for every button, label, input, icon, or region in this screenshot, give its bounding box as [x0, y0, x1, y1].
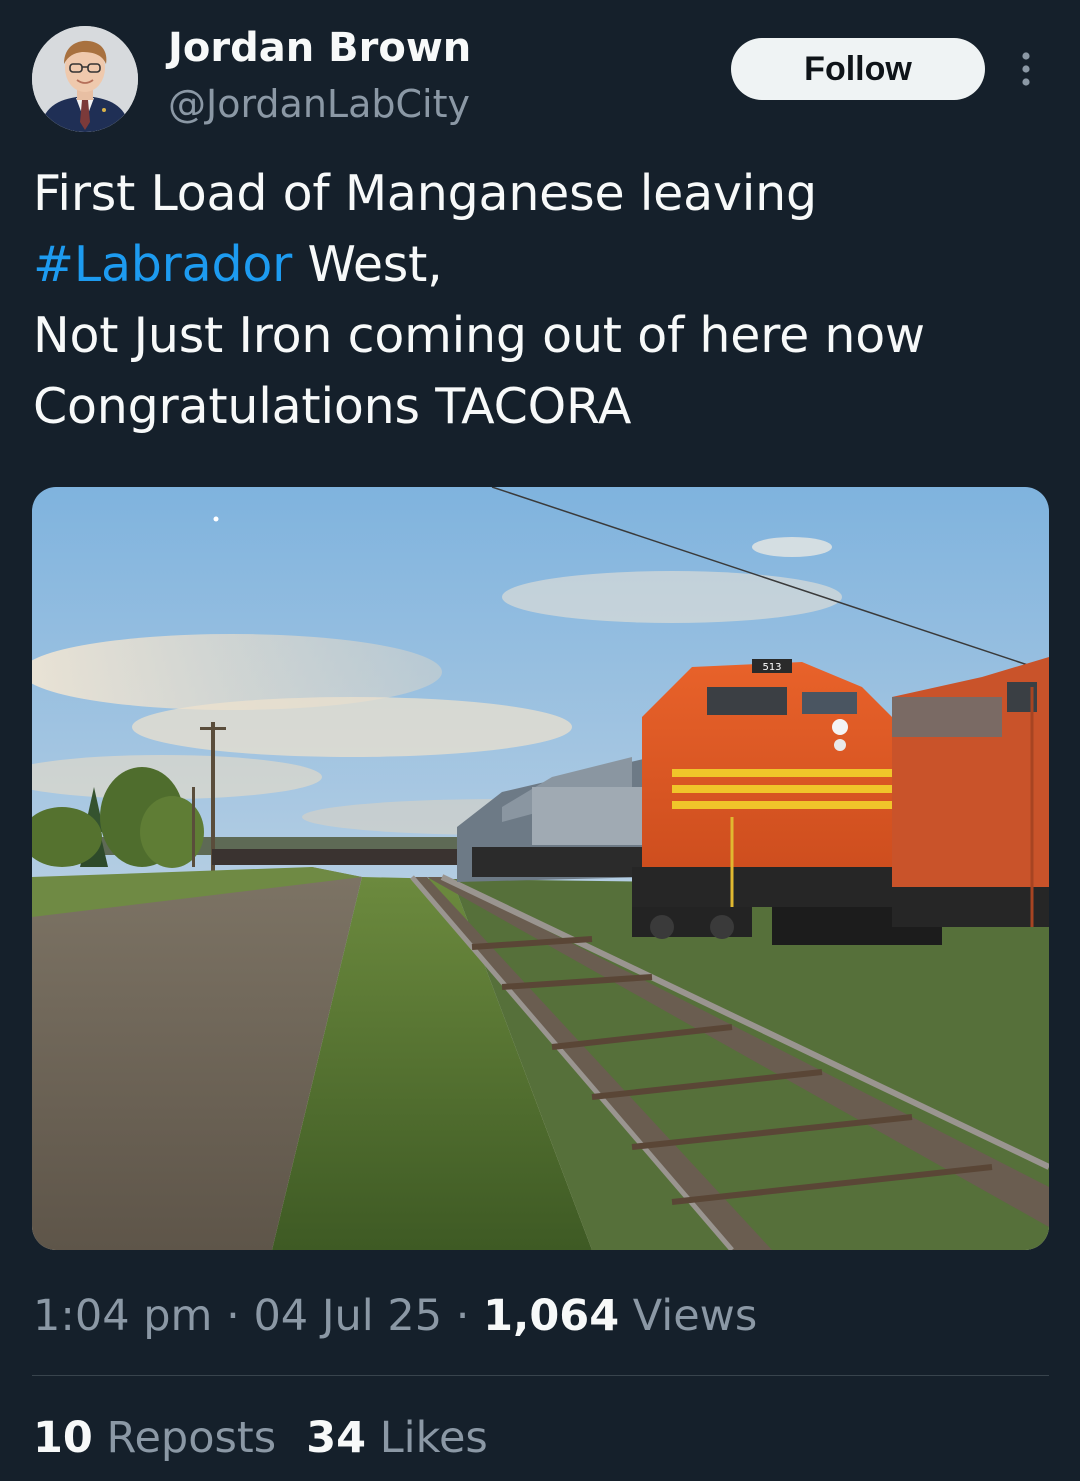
likes-label: Likes — [366, 1413, 488, 1463]
hashtag-link[interactable]: #Labrador — [33, 236, 292, 293]
likes-stat[interactable]: 34 Likes — [306, 1413, 488, 1463]
engagement-stats: 10 Reposts 34 Likes — [33, 1408, 488, 1468]
author-avatar[interactable] — [32, 26, 138, 132]
reposts-stat[interactable]: 10 Reposts — [33, 1413, 276, 1463]
meta-separator-2: · — [442, 1291, 484, 1341]
reposts-count: 10 — [33, 1413, 93, 1463]
tweet-line-3: Not Just Iron coming out of here now — [33, 307, 925, 364]
meta-separator: · — [212, 1291, 254, 1341]
reposts-label: Reposts — [92, 1413, 277, 1463]
views-count: 1,064 — [483, 1291, 620, 1341]
divider — [32, 1375, 1049, 1376]
tweet-photo[interactable]: 513 — [32, 487, 1049, 1250]
tweet-line-2: #Labrador West, — [33, 229, 1048, 300]
tweet-meta: 1:04 pm · 04 Jul 25 · 1,064 Views — [33, 1286, 757, 1346]
tweet-line-1: First Load of Manganese leaving — [33, 165, 817, 222]
tweet-date[interactable]: 04 Jul 25 — [253, 1291, 442, 1341]
author-name[interactable]: Jordan Brown — [168, 24, 471, 72]
tweet-time[interactable]: 1:04 pm — [33, 1291, 212, 1341]
tweet-text: First Load of Manganese leaving #Labrado… — [33, 158, 1048, 442]
author-handle[interactable]: @JordanLabCity — [168, 80, 470, 128]
likes-count: 34 — [306, 1413, 367, 1463]
tweet-line-4: Congratulations TACORA — [33, 378, 632, 435]
tweet-line-2-text: West, — [292, 236, 443, 293]
more-options-icon[interactable] — [1010, 50, 1042, 88]
views-label: Views — [619, 1291, 758, 1341]
locomotive-number: 513 — [762, 662, 781, 673]
follow-button[interactable]: Follow — [731, 38, 985, 100]
